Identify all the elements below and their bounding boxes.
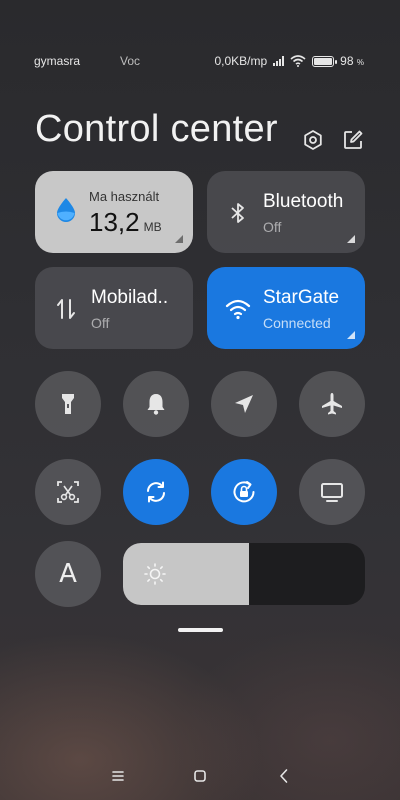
location-toggle[interactable] — [211, 371, 277, 437]
mobile-data-icon — [57, 299, 75, 319]
home-icon[interactable] — [190, 766, 210, 786]
wifi-status-icon — [290, 55, 306, 67]
data-usage-value: 13,2 MB — [89, 207, 162, 237]
font-size-button[interactable]: A — [35, 541, 101, 607]
status-carrier-text: Voc — [120, 54, 141, 68]
airplane-icon — [322, 393, 342, 415]
rotation-lock-toggle[interactable] — [211, 459, 277, 525]
brightness-fill — [123, 543, 249, 605]
sun-icon — [144, 563, 166, 585]
water-drop-icon — [57, 198, 75, 222]
edit-icon[interactable] — [341, 128, 365, 152]
location-arrow-icon — [235, 395, 253, 413]
wifi-network-name: StarGate — [263, 287, 340, 308]
scissors-icon — [57, 481, 79, 503]
status-right-group: 0,0KB/mp 98 % — [214, 54, 364, 68]
back-icon[interactable] — [274, 766, 294, 786]
wifi-status: Connected — [263, 315, 331, 331]
bluetooth-label: Bluetooth — [263, 191, 344, 212]
bluetooth-tile[interactable]: Bluetooth Off — [207, 171, 365, 253]
status-bar: gymasra Voc 0,0KB/mp 98 % — [0, 54, 400, 74]
screenshot-toggle[interactable] — [35, 459, 101, 525]
airplane-toggle[interactable] — [299, 371, 365, 437]
cast-toggle[interactable] — [299, 459, 365, 525]
mobile-data-status: Off — [91, 315, 110, 331]
expand-corner-icon — [347, 235, 355, 243]
data-usage-label: Ma használt — [89, 189, 160, 204]
status-notification-text: gymasra — [34, 54, 81, 68]
monitor-icon — [321, 483, 343, 502]
navigation-bar — [0, 750, 400, 800]
sync-icon — [147, 481, 165, 503]
bell-icon — [147, 394, 165, 415]
flashlight-icon — [62, 394, 74, 414]
settings-icon[interactable] — [301, 128, 325, 152]
rotation-lock-icon — [233, 481, 255, 503]
flashlight-toggle[interactable] — [35, 371, 101, 437]
auto-rotate-toggle[interactable] — [123, 459, 189, 525]
page-title: Control center — [35, 108, 278, 150]
network-speed: 0,0KB/mp — [214, 54, 268, 68]
panel-drag-handle[interactable] — [178, 628, 223, 632]
wifi-icon — [225, 299, 251, 320]
data-usage-tile[interactable]: Ma használt 13,2 MB — [35, 171, 193, 253]
expand-corner-icon — [175, 235, 183, 243]
silent-toggle[interactable] — [123, 371, 189, 437]
bluetooth-icon — [231, 203, 244, 223]
battery-percent: 98 % — [340, 54, 364, 68]
bluetooth-status: Off — [263, 219, 282, 235]
menu-icon[interactable] — [108, 766, 128, 786]
mobile-data-tile[interactable]: Mobilad.. Off — [35, 267, 193, 349]
wifi-tile[interactable]: StarGate Connected — [207, 267, 365, 349]
signal-icon — [273, 56, 285, 66]
font-size-label: A — [59, 559, 77, 589]
battery-icon — [312, 55, 338, 67]
brightness-slider[interactable] — [123, 543, 365, 605]
mobile-data-label: Mobilad.. — [91, 287, 169, 308]
expand-corner-icon — [347, 331, 355, 339]
